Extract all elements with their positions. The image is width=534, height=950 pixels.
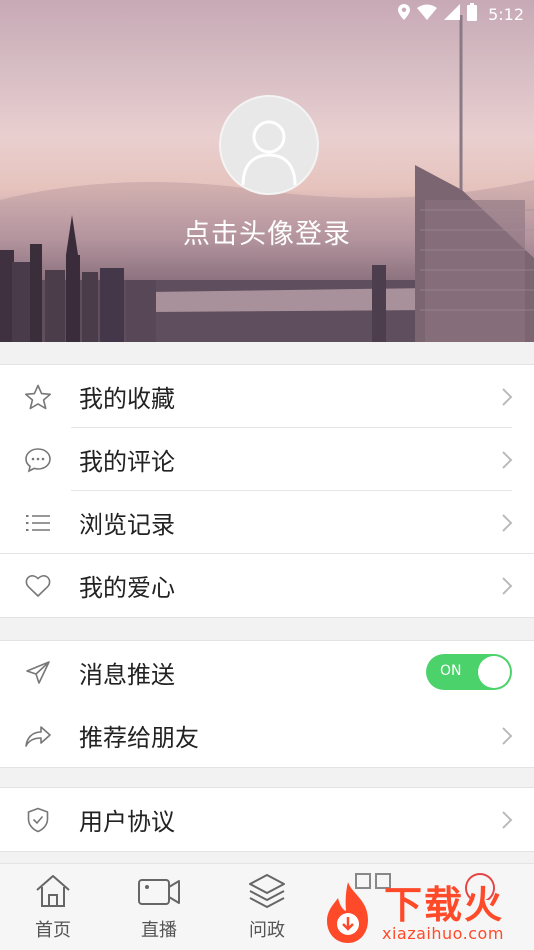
push-toggle-switch[interactable]: ON xyxy=(426,654,512,690)
wifi-icon xyxy=(417,4,438,24)
send-icon xyxy=(24,660,52,686)
list-icon xyxy=(24,510,52,536)
tab-home[interactable]: 首页 xyxy=(13,872,93,942)
star-icon xyxy=(24,384,52,410)
menu-item-comments[interactable]: 我的评论 xyxy=(0,428,534,491)
toggle-state-label: ON xyxy=(440,663,462,679)
chevron-right-icon xyxy=(500,726,514,746)
battery-icon xyxy=(467,3,478,25)
share-icon xyxy=(24,723,52,749)
watermark-title: 下载火 xyxy=(384,883,505,927)
shield-icon xyxy=(24,807,52,833)
user-icon xyxy=(241,120,297,186)
tab-label: 问政 xyxy=(249,920,285,941)
menu-item-label: 消息推送 xyxy=(79,661,175,689)
watermark-logo: 下载火 xiazaihuo.com xyxy=(314,872,534,950)
tab-inquiry[interactable]: 问政 xyxy=(227,872,307,942)
menu-item-label: 用户协议 xyxy=(79,808,175,836)
toggle-knob xyxy=(478,656,510,688)
menu-item-history[interactable]: 浏览记录 xyxy=(0,491,534,554)
menu-item-favorites[interactable]: 我的收藏 xyxy=(0,365,534,428)
menu-item-label: 我的收藏 xyxy=(79,385,175,413)
menu-item-love[interactable]: 我的爱心 xyxy=(0,554,534,617)
menu-item-user-agreement[interactable]: 用户协议 xyxy=(0,788,534,851)
status-bar: 5:12 xyxy=(0,0,534,28)
menu-item-label: 推荐给朋友 xyxy=(79,724,199,752)
comment-icon xyxy=(24,447,52,473)
home-icon xyxy=(36,875,70,907)
menu-group-settings: 消息推送 ON 推荐给朋友 xyxy=(0,640,534,768)
heart-icon xyxy=(24,573,52,599)
menu-group-legal: 用户协议 xyxy=(0,787,534,852)
tab-label: 首页 xyxy=(35,920,71,941)
location-icon xyxy=(398,4,411,24)
chevron-right-icon xyxy=(500,387,514,407)
menu-item-recommend-friends[interactable]: 推荐给朋友 xyxy=(0,704,534,767)
video-icon xyxy=(138,879,180,905)
chevron-right-icon xyxy=(500,513,514,533)
menu-item-push-notifications: 消息推送 ON xyxy=(0,641,534,704)
layers-icon xyxy=(249,874,285,908)
chevron-right-icon xyxy=(500,576,514,596)
flame-logo-icon xyxy=(327,882,368,943)
menu-item-label: 我的爱心 xyxy=(79,574,175,602)
chevron-right-icon xyxy=(500,450,514,470)
profile-header-banner: 5:12 点击头像登录 xyxy=(0,0,534,342)
tab-label: 直播 xyxy=(141,920,177,941)
menu-item-label: 浏览记录 xyxy=(79,511,175,539)
login-prompt[interactable]: 点击头像登录 xyxy=(0,212,534,251)
signal-icon xyxy=(444,4,461,24)
avatar[interactable] xyxy=(219,95,319,195)
menu-item-label: 我的评论 xyxy=(79,448,175,476)
status-time: 5:12 xyxy=(488,4,524,24)
tab-live[interactable]: 直播 xyxy=(119,872,199,942)
watermark-url: xiazaihuo.com xyxy=(382,924,504,943)
chevron-right-icon xyxy=(500,810,514,830)
menu-group-personal: 我的收藏 我的评论 浏览记录 我的爱心 xyxy=(0,364,534,618)
